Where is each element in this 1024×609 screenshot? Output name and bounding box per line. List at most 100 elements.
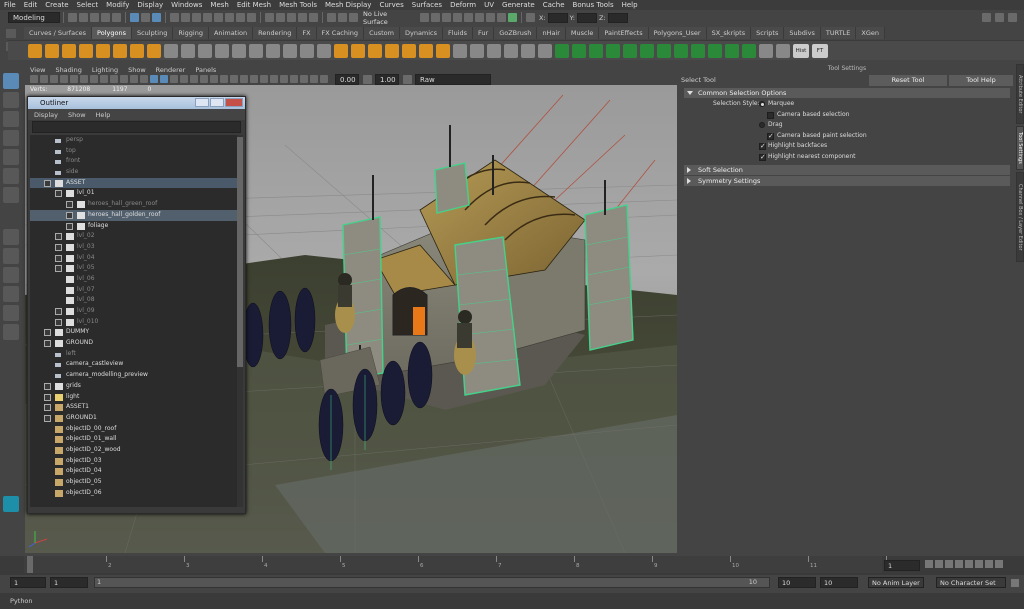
menu-create[interactable]: Create xyxy=(45,1,68,9)
go-to-start-icon[interactable] xyxy=(925,560,933,568)
current-frame-field[interactable]: 1 xyxy=(884,560,920,571)
render-region-icon[interactable] xyxy=(475,13,484,22)
viewport-toolbar-icon[interactable] xyxy=(280,74,288,83)
anim-layer-dropdown[interactable]: No Anim Layer xyxy=(868,577,924,588)
shelf-tool-icon[interactable] xyxy=(657,43,671,58)
viewport-toolbar-icon[interactable] xyxy=(50,74,58,83)
viewport-toolbar-icon[interactable] xyxy=(110,74,118,83)
viewport-toolbar-icon[interactable] xyxy=(230,74,238,83)
expand-icon[interactable] xyxy=(44,393,51,401)
shelf-hist-button[interactable]: Hist xyxy=(793,43,809,58)
shelf-tool-icon[interactable] xyxy=(470,43,484,58)
shelf-tool-icon[interactable] xyxy=(147,43,161,58)
expand-icon[interactable] xyxy=(55,308,62,315)
outliner-row[interactable]: grids xyxy=(30,381,238,392)
render-icon[interactable] xyxy=(420,13,429,22)
shelf-tool-icon[interactable] xyxy=(198,43,212,58)
layout-persp-outliner-icon[interactable] xyxy=(3,286,19,302)
snap-surface-icon[interactable] xyxy=(309,13,318,22)
outliner-row[interactable]: GROUND xyxy=(30,338,238,349)
shelf-tab-curves-surfaces[interactable]: Curves / Surfaces xyxy=(24,27,93,39)
shelf-tool-icon[interactable] xyxy=(317,43,331,58)
collapse-icon[interactable] xyxy=(55,190,62,198)
viewport-menu-panels[interactable]: Panels xyxy=(195,66,216,74)
mask-icon[interactable] xyxy=(203,13,212,22)
mode-dropdown[interactable]: Modeling xyxy=(8,12,60,23)
outliner-row[interactable]: objectID_01_wall xyxy=(30,434,238,445)
shelf-tool-icon[interactable] xyxy=(555,43,569,58)
outliner-row[interactable]: lvl_05 xyxy=(30,263,238,274)
expand-icon[interactable] xyxy=(55,265,62,273)
snap-view-icon[interactable] xyxy=(298,13,307,22)
shelf-tab-xgen[interactable]: XGen xyxy=(856,27,886,39)
menu-curves[interactable]: Curves xyxy=(379,1,403,9)
shelf-tool-icon[interactable] xyxy=(759,43,773,58)
outliner-row[interactable]: DUMMY xyxy=(30,327,238,338)
shelf-tool-icon[interactable] xyxy=(300,43,314,58)
menu-uv[interactable]: UV xyxy=(484,1,494,9)
select-component-icon[interactable] xyxy=(152,13,161,22)
expand-icon[interactable] xyxy=(44,340,51,348)
shelf-tab-rendering[interactable]: Rendering xyxy=(253,27,298,39)
viewport-menu-view[interactable]: View xyxy=(30,66,45,74)
viewport-toolbar-icon[interactable] xyxy=(150,74,158,83)
snap-point-icon[interactable] xyxy=(287,13,296,22)
outliner-window[interactable]: Outliner Display Show Help persp top front si… xyxy=(27,96,246,514)
redo-icon[interactable] xyxy=(112,13,121,22)
playback-end-field[interactable]: 10 xyxy=(778,577,816,588)
collapse-icon[interactable] xyxy=(44,179,51,187)
preferences-icon[interactable] xyxy=(1011,579,1019,587)
expand-icon[interactable] xyxy=(66,222,73,230)
layout-four-icon[interactable] xyxy=(3,248,19,264)
shelf-tool-icon[interactable] xyxy=(487,43,501,58)
history-icon[interactable] xyxy=(327,13,336,22)
colorspace-icon[interactable] xyxy=(403,75,412,84)
menu-mesh[interactable]: Mesh xyxy=(210,1,228,9)
outliner-row[interactable]: light xyxy=(30,392,238,403)
gamma-icon[interactable] xyxy=(363,75,372,84)
shelf-tool-icon[interactable] xyxy=(62,43,76,58)
close-icon[interactable] xyxy=(225,98,243,107)
outliner-row[interactable]: side xyxy=(30,167,238,178)
shelf-tool-icon[interactable] xyxy=(351,43,365,58)
tab-tool-settings[interactable]: Tool Settings xyxy=(1016,126,1024,170)
shelf-tool-icon[interactable] xyxy=(419,43,433,58)
batch-icon[interactable] xyxy=(497,13,506,22)
hypershade-icon[interactable] xyxy=(453,13,462,22)
go-to-end-icon[interactable] xyxy=(995,560,1003,568)
menu-mesh-tools[interactable]: Mesh Tools xyxy=(279,1,317,9)
outliner-row[interactable]: lvl_03 xyxy=(30,242,238,253)
viewport-toolbar-icon[interactable] xyxy=(140,74,148,83)
outliner-row[interactable]: heroes_hall_golden_roof xyxy=(30,209,238,221)
menu-generate[interactable]: Generate xyxy=(502,1,535,9)
shelf-tool-icon[interactable] xyxy=(215,43,229,58)
viewport-toolbar-icon[interactable] xyxy=(270,74,278,83)
expand-icon[interactable] xyxy=(66,201,73,209)
shelf-tab-fx[interactable]: FX xyxy=(297,27,317,39)
rotate-tool-icon[interactable] xyxy=(3,149,19,165)
shelf-tab-scripts[interactable]: Scripts xyxy=(751,27,785,39)
shelf-tab-fluids[interactable]: Fluids xyxy=(443,27,474,39)
mask-icon[interactable] xyxy=(225,13,234,22)
shelf-tab-rigging[interactable]: Rigging xyxy=(173,27,209,39)
shelf-tool-icon[interactable] xyxy=(623,43,637,58)
viewport-toolbar-icon[interactable] xyxy=(130,74,138,83)
gamma-field[interactable]: 1.00 xyxy=(375,74,399,85)
shelf-tool-icon[interactable] xyxy=(164,43,178,58)
minimize-icon[interactable] xyxy=(195,98,209,107)
exposure-field[interactable]: 0.00 xyxy=(335,74,359,85)
menu-deform[interactable]: Deform xyxy=(450,1,476,9)
menu-edit[interactable]: Edit xyxy=(24,1,38,9)
select-tool-icon[interactable] xyxy=(3,73,19,89)
outliner-scrollbar[interactable] xyxy=(237,135,243,507)
menu-display[interactable]: Display xyxy=(137,1,163,9)
viewport-toolbar-icon[interactable] xyxy=(100,74,108,83)
mask-icon[interactable] xyxy=(192,13,201,22)
outliner-row[interactable]: left xyxy=(30,349,238,360)
shelf-tool-icon[interactable] xyxy=(283,43,297,58)
outliner-row[interactable]: persp xyxy=(30,135,238,146)
paint-select-tool-icon[interactable] xyxy=(3,111,19,127)
expand-icon[interactable] xyxy=(44,329,51,337)
playback-start-field[interactable]: 1 xyxy=(50,577,88,588)
current-time-marker[interactable] xyxy=(27,556,33,573)
